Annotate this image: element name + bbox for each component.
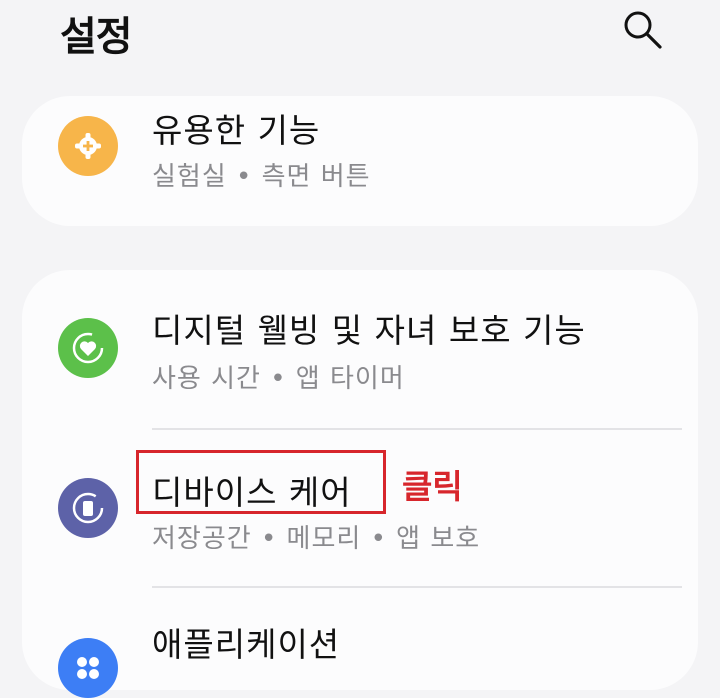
menu-item-title: 디지털 웰빙 및 자녀 보호 기능 <box>152 311 586 350</box>
click-annotation: 클릭 <box>402 467 463 506</box>
menu-item-useful-features[interactable]: 유용한 기능 실험실 • 측면 버튼 <box>22 96 698 226</box>
settings-card-useful: 유용한 기능 실험실 • 측면 버튼 <box>22 96 698 226</box>
highlight-box <box>136 450 386 514</box>
heart-cycle-icon <box>58 318 118 378</box>
device-care-icon <box>58 478 118 538</box>
menu-item-subtitle: 실험실 • 측면 버튼 <box>152 162 371 192</box>
menu-item-digital-wellbeing[interactable]: 디지털 웰빙 및 자녀 보호 기능 사용 시간 • 앱 타이머 <box>22 270 698 428</box>
search-icon <box>624 11 662 49</box>
page-title: 설정 <box>60 14 133 60</box>
menu-item-subtitle: 사용 시간 • 앱 타이머 <box>152 364 405 394</box>
menu-item-title: 유용한 기능 <box>152 111 321 150</box>
menu-item-title: 애플리케이션 <box>152 625 341 664</box>
apps-icon <box>58 638 118 698</box>
search-button[interactable] <box>618 6 666 50</box>
plus-gear-icon <box>58 116 118 176</box>
menu-item-subtitle: 저장공간 • 메모리 • 앱 보호 <box>152 524 481 554</box>
menu-item-applications[interactable]: 애플리케이션 <box>22 588 698 698</box>
